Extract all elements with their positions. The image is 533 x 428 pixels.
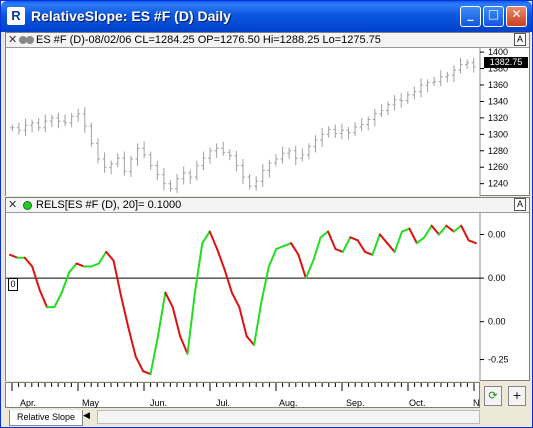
indicator-pane-close-icon[interactable]: ✕ — [8, 198, 18, 211]
indicator-pane-header: ✕ RELS[ES #F (D), 20]= 0.1000 A — [6, 198, 529, 213]
indicator-pane-header-text: RELS[ES #F (D), 20]= 0.1000 — [36, 199, 182, 211]
app-logo-icon: R — [7, 7, 25, 25]
x-tick-label: N — [473, 398, 480, 408]
x-tick-label: Sep. — [346, 398, 365, 408]
x-tick-label: Jun. — [150, 398, 168, 408]
x-tick-label: Apr. — [20, 398, 37, 408]
x-tick-label: May — [82, 398, 100, 408]
refresh-icon[interactable]: ⟳ — [484, 386, 502, 406]
indicator-y-label: 0.00 — [488, 273, 506, 283]
price-pane-header: ✕ ES #F (D)-08/02/06 CL=1284.25 OP=1276.… — [6, 33, 529, 48]
series-dot-icon — [26, 36, 34, 44]
price-y-label: 1300 — [488, 129, 508, 139]
price-y-label: 1360 — [488, 80, 508, 90]
zero-line-marker[interactable]: 0 — [8, 278, 18, 291]
series-dot-icon — [23, 201, 32, 210]
indicator-pane: ✕ RELS[ES #F (D), 20]= 0.1000 A 0.00 0.00… — [5, 197, 530, 381]
indicator-y-label: -0.25 — [488, 355, 509, 365]
date-axis[interactable]: Apr. May Jun. Jul. Aug. Sep. Oct. N — [5, 382, 480, 408]
indicator-chart[interactable]: 0.00 0.00 0.00 -0.25 — [6, 213, 529, 381]
indicator-y-label: 0.00 — [488, 229, 506, 239]
tab-scroll-left-icon[interactable]: ◀ — [83, 411, 90, 421]
price-pane-header-text: ES #F (D)-08/02/06 CL=1284.25 OP=1276.50… — [36, 34, 381, 46]
price-y-label: 1320 — [488, 113, 508, 123]
price-y-label: 1240 — [488, 179, 508, 189]
price-y-label: 1260 — [488, 162, 508, 172]
price-y-label: 1280 — [488, 146, 508, 156]
minimize-button[interactable]: _ — [460, 6, 481, 27]
x-tick-label: Oct. — [409, 398, 426, 408]
add-pane-button[interactable]: + — [508, 386, 526, 406]
last-price-badge: 1382.75 — [484, 57, 528, 68]
indicator-plot-area — [6, 213, 480, 381]
tab-relative-slope[interactable]: Relative Slope — [9, 410, 83, 426]
price-axis-button[interactable]: A — [514, 33, 526, 46]
close-button[interactable]: ✕ — [506, 6, 527, 27]
title-bar[interactable]: R RelativeSlope: ES #F (D) Daily _ □ ✕ — [1, 1, 532, 32]
tab-bar: Relative Slope ◀ — [5, 410, 530, 426]
indicator-axis-button[interactable]: A — [514, 198, 526, 211]
main-window: R RelativeSlope: ES #F (D) Daily _ □ ✕ ✕… — [0, 0, 533, 428]
price-y-label: 1400 — [488, 48, 508, 57]
x-tick-label: Aug. — [279, 398, 298, 408]
price-y-label: 1340 — [488, 96, 508, 106]
horizontal-scrollbar[interactable] — [97, 410, 480, 424]
price-pane: ✕ ES #F (D)-08/02/06 CL=1284.25 OP=1276.… — [5, 32, 530, 196]
indicator-y-label: 0.00 — [488, 317, 506, 327]
price-pane-close-icon[interactable]: ✕ — [8, 33, 18, 46]
maximize-button[interactable]: □ — [483, 6, 504, 27]
price-chart[interactable]: 140013801360134013201300128012601240 — [6, 48, 529, 196]
window-title: RelativeSlope: ES #F (D) Daily — [31, 8, 231, 24]
x-tick-label: Jul. — [216, 398, 231, 408]
